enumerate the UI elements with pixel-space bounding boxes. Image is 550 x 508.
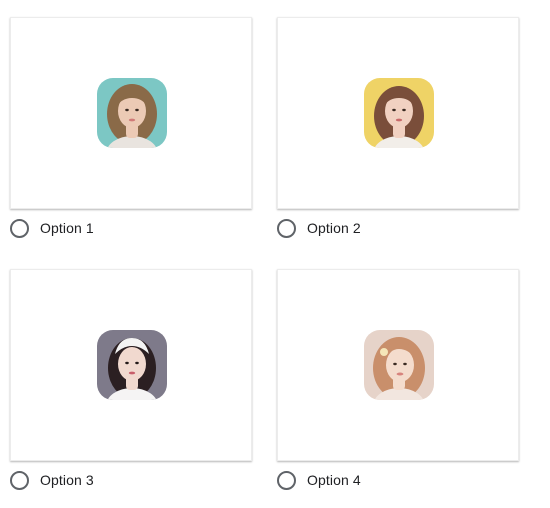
option-4-label: Option 4 <box>307 472 361 488</box>
option-4-choice[interactable]: Option 4 <box>277 470 361 490</box>
option-3-label: Option 3 <box>40 472 94 488</box>
option-4-card[interactable] <box>277 269 519 461</box>
radio-button[interactable] <box>10 470 29 490</box>
option-2-image <box>364 78 434 148</box>
option-3-image <box>97 330 167 400</box>
radio-button[interactable] <box>277 218 296 238</box>
option-2-choice[interactable]: Option 2 <box>277 218 361 238</box>
radio-button[interactable] <box>277 470 296 490</box>
portrait-photo-icon <box>364 330 434 400</box>
option-1-image <box>97 78 167 148</box>
option-4-image <box>364 330 434 400</box>
option-3[interactable]: Option 3 <box>10 269 252 499</box>
portrait-photo-icon <box>97 330 167 400</box>
option-1-card[interactable] <box>10 17 252 209</box>
option-2-label: Option 2 <box>307 220 361 236</box>
image-choice-grid: Option 1 Option 2 Option 3 Option 4 <box>0 0 550 508</box>
portrait-photo-icon <box>97 78 167 148</box>
portrait-photo-icon <box>364 78 434 148</box>
option-2-card[interactable] <box>277 17 519 209</box>
option-3-card[interactable] <box>10 269 252 461</box>
radio-button[interactable] <box>10 218 29 238</box>
option-1-label: Option 1 <box>40 220 94 236</box>
option-2[interactable]: Option 2 <box>277 17 519 247</box>
option-3-choice[interactable]: Option 3 <box>10 470 94 490</box>
option-1[interactable]: Option 1 <box>10 17 252 247</box>
option-1-choice[interactable]: Option 1 <box>10 218 94 238</box>
option-4[interactable]: Option 4 <box>277 269 519 499</box>
